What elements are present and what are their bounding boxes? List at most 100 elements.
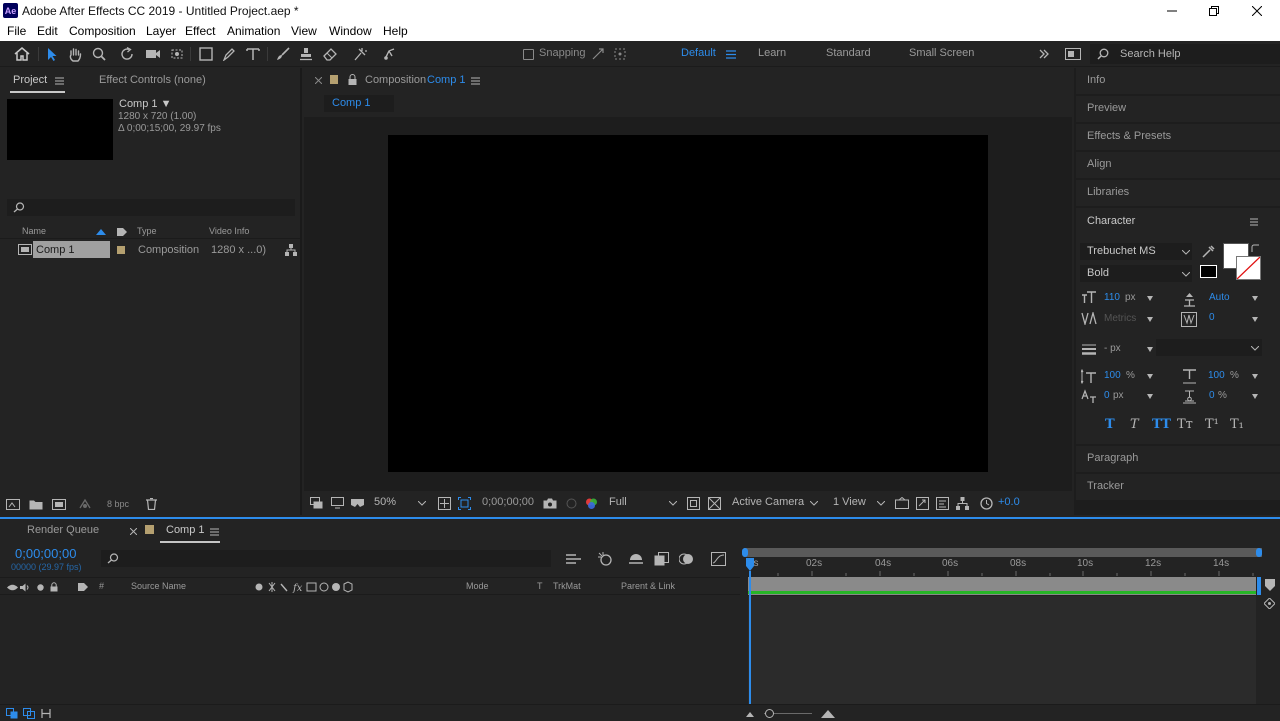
column-trkmat[interactable]: TrkMat (553, 581, 581, 591)
chevron-right-double-icon[interactable] (1036, 46, 1052, 62)
item-name[interactable]: Comp 1 (36, 244, 75, 256)
tab-render-queue[interactable]: Render Queue (27, 524, 99, 536)
menu-layer[interactable]: Layer (146, 24, 176, 38)
zoom-out-icon[interactable] (744, 707, 756, 720)
close-icon[interactable] (1245, 0, 1269, 22)
stroke-style-select[interactable] (1156, 339, 1262, 356)
chevron-down-icon[interactable] (1251, 372, 1259, 380)
minimize-icon[interactable] (1160, 0, 1184, 22)
always-preview-icon[interactable] (309, 496, 323, 510)
stroke-color-swatch[interactable] (1236, 256, 1261, 280)
current-time-indicator[interactable] (746, 558, 754, 704)
all-caps-button[interactable]: TT (1152, 417, 1171, 432)
chevron-down-icon[interactable] (809, 498, 819, 508)
snapshot-camera-icon[interactable] (542, 496, 558, 510)
panel-preview[interactable]: Preview (1076, 96, 1280, 122)
toggle-transparency-icon[interactable] (456, 495, 472, 511)
pen-tool-icon[interactable] (220, 44, 238, 64)
lock-icon[interactable] (48, 581, 60, 593)
timeline-icon[interactable] (934, 495, 950, 511)
kerning-value[interactable]: Metrics (1104, 313, 1136, 324)
chevron-down-icon[interactable] (1251, 315, 1259, 323)
tab-project[interactable]: Project (13, 74, 47, 86)
column-t[interactable]: T (537, 581, 543, 591)
column-parent-link[interactable]: Parent & Link (621, 581, 675, 591)
menu-edit[interactable]: Edit (37, 24, 58, 38)
project-search-input[interactable] (7, 199, 295, 216)
search-help-field[interactable]: Search Help (1090, 44, 1280, 64)
primary-viewer-icon[interactable] (330, 496, 344, 510)
hand-icon[interactable] (1262, 596, 1276, 610)
restore-icon[interactable] (1202, 0, 1226, 22)
zoom-tool-icon[interactable] (90, 44, 108, 64)
time-navigator-bar[interactable] (742, 548, 1262, 557)
default-colors-black[interactable] (1200, 265, 1217, 278)
shy-layers-icon[interactable] (627, 550, 645, 568)
tracking-value[interactable]: 0 (1209, 312, 1215, 323)
column-type[interactable]: Type (137, 226, 157, 236)
timeline-search-input[interactable] (101, 550, 551, 567)
work-area-bar[interactable] (748, 577, 1256, 595)
chevron-down-icon[interactable] (1251, 392, 1259, 400)
leading-value[interactable]: Auto (1209, 292, 1230, 303)
comp-current-time[interactable]: 0;00;00;00 (482, 496, 534, 508)
rectangle-tool-icon[interactable] (197, 44, 215, 64)
workspace-small-screen[interactable]: Small Screen (909, 47, 974, 59)
timeline-current-time[interactable]: 0;00;00;00 (15, 546, 76, 561)
chevron-down-icon[interactable] (1251, 294, 1259, 302)
camera-tool-icon[interactable] (143, 44, 163, 64)
selection-tool-icon[interactable] (43, 44, 61, 64)
rotate-tool-icon[interactable] (119, 44, 137, 64)
comp-breadcrumb[interactable]: Comp 1 (324, 95, 394, 112)
transparency-grid-icon[interactable] (706, 495, 722, 511)
comp-mini-flowchart-icon[interactable] (565, 551, 581, 567)
zoom-in-icon[interactable] (820, 707, 836, 720)
menu-composition[interactable]: Composition (69, 24, 136, 38)
pan-behind-tool-icon[interactable] (167, 44, 187, 64)
snapping-label[interactable]: Snapping (539, 47, 586, 59)
layer-bar-area[interactable] (748, 596, 1256, 704)
faux-bold-button[interactable]: T (1105, 417, 1115, 432)
stroke-width-value[interactable]: - px (1104, 343, 1121, 354)
comp-tab-name[interactable]: Comp 1 (427, 74, 466, 86)
small-caps-button[interactable]: Tт (1177, 417, 1193, 432)
snap-center-icon[interactable] (612, 46, 628, 62)
column-layer-number[interactable]: # (99, 581, 104, 591)
show-snapshot-icon[interactable] (563, 496, 579, 510)
chevron-down-icon[interactable] (417, 498, 427, 508)
eyedropper-icon[interactable] (1200, 243, 1216, 259)
project-item-row[interactable]: Comp 1 Composition 1280 x ...0) (0, 241, 300, 259)
preview-comp-name[interactable]: Comp 1 ▼ (119, 98, 171, 110)
tab-effect-controls[interactable]: Effect Controls (none) (99, 74, 206, 86)
snapping-checkbox[interactable] (521, 47, 535, 61)
label-color-swatch[interactable] (117, 246, 125, 254)
brush-tool-icon[interactable] (274, 44, 292, 64)
new-composition-icon[interactable] (51, 497, 67, 511)
panel-menu-icon[interactable] (469, 75, 481, 87)
interpret-footage-icon[interactable] (5, 497, 21, 511)
chevron-down-icon[interactable] (668, 498, 678, 508)
view-layout-select[interactable]: 1 View (833, 496, 866, 508)
navigator-start-handle[interactable] (742, 548, 748, 557)
sync-settings-icon[interactable] (1064, 46, 1082, 62)
clone-stamp-tool-icon[interactable] (297, 44, 315, 64)
column-video-info[interactable]: Video Info (209, 226, 249, 236)
hand-tool-icon[interactable] (66, 44, 84, 64)
subscript-button[interactable]: T₁ (1230, 417, 1244, 432)
swap-colors-icon[interactable] (1250, 243, 1261, 254)
channel-rgb-icon[interactable] (583, 495, 599, 511)
menu-view[interactable]: View (291, 24, 317, 38)
column-name[interactable]: Name (22, 226, 46, 236)
menu-animation[interactable]: Animation (227, 24, 280, 38)
solo-icon[interactable] (34, 581, 46, 593)
zoom-level[interactable]: 50% (374, 496, 396, 508)
panel-align[interactable]: Align (1076, 152, 1280, 178)
time-ruler[interactable]: 0s 02s 04s 06s 08s 10s 12s 14s (744, 558, 1262, 576)
audio-icon[interactable] (19, 581, 31, 593)
column-mode[interactable]: Mode (466, 581, 489, 591)
chevron-down-icon[interactable] (1146, 392, 1154, 400)
draft-3d-icon[interactable] (596, 550, 614, 568)
menu-help[interactable]: Help (383, 24, 408, 38)
work-area-end-handle[interactable] (1257, 577, 1261, 595)
resolution-select[interactable]: Full (609, 496, 627, 508)
